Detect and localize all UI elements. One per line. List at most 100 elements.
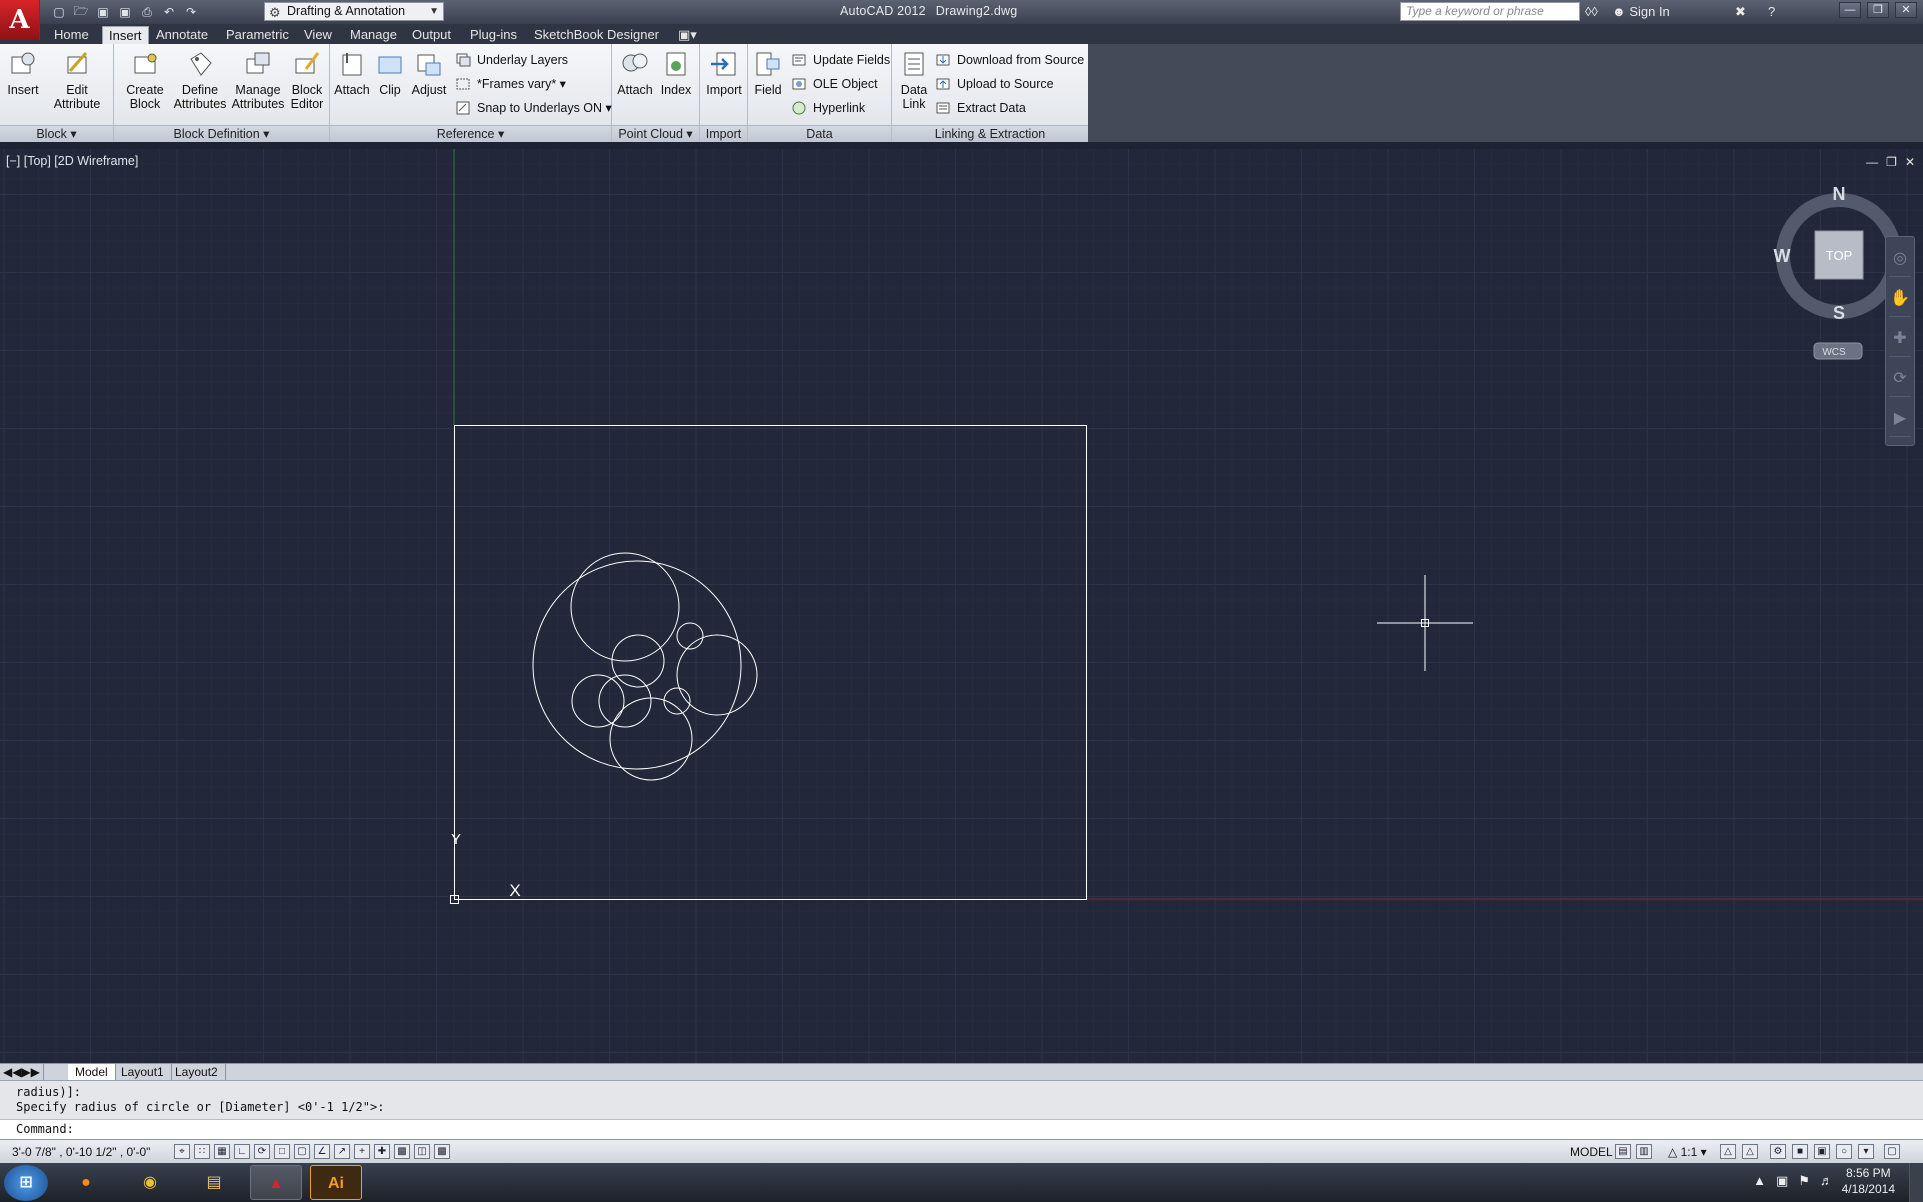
pan-icon[interactable]: ✋ [1889, 281, 1911, 317]
save-icon[interactable]: ▣ [94, 3, 112, 21]
compass-south[interactable]: S [1833, 303, 1845, 323]
binoculars-icon[interactable]: ◊◊ [1585, 2, 1598, 22]
restore-icon[interactable]: ❐ [1867, 2, 1889, 18]
quick-view-drawings-icon[interactable]: ▥ [1636, 1144, 1652, 1159]
application-menu-button[interactable]: A [0, 0, 40, 40]
tab-home[interactable]: Home [48, 26, 95, 44]
plot-icon[interactable]: ⎙ [138, 3, 156, 21]
attach-reference-button[interactable]: Attach [332, 49, 372, 97]
field-button[interactable]: Field [750, 49, 786, 97]
circle-top[interactable] [570, 552, 680, 662]
point-cloud-index-button[interactable]: Index [656, 49, 696, 97]
auto-scale-icon[interactable]: △ [1742, 1144, 1758, 1159]
isolate-objects-icon[interactable]: ○ [1836, 1144, 1852, 1159]
tab-insert[interactable]: Insert [102, 26, 149, 44]
snap-mode-icon[interactable]: ∷ [194, 1144, 210, 1159]
hyperlink-button[interactable]: Hyperlink [792, 98, 865, 118]
tab-view[interactable]: View [298, 26, 338, 44]
tab-manage[interactable]: Manage [344, 26, 403, 44]
sign-in-button[interactable]: ☻ Sign In [1612, 2, 1670, 22]
panel-label-point-cloud[interactable]: Point Cloud ▾ [612, 125, 699, 142]
show-hidden-icons[interactable]: ▲ [1753, 1173, 1766, 1189]
close-icon[interactable]: ✕ [1895, 2, 1917, 18]
workspace-switching-icon[interactable]: ⚙ [1770, 1144, 1786, 1159]
flag-icon[interactable]: ⚑ [1798, 1173, 1810, 1189]
tab-annotate[interactable]: Annotate [150, 26, 214, 44]
tab-layout2[interactable]: Layout2 [168, 1064, 226, 1080]
quick-view-layouts-icon[interactable]: ▤ [1615, 1144, 1631, 1159]
redo-icon[interactable]: ↷ [182, 3, 200, 21]
lock-ui-icon[interactable]: ■ [1792, 1144, 1808, 1159]
quick-properties-icon[interactable]: ◫ [414, 1144, 430, 1159]
panel-label-block-definition[interactable]: Block Definition ▾ [114, 125, 329, 142]
frames-vary-dropdown[interactable]: *Frames vary* ▾ [456, 74, 566, 94]
transparency-icon[interactable]: ▩ [394, 1144, 410, 1159]
tab-nav-first-icon[interactable]: ◀◀▶▶ [0, 1064, 44, 1080]
upload-to-source-button[interactable]: Upload to Source [936, 74, 1054, 94]
annotation-scale[interactable]: △ 1:1 ▾ [1668, 1145, 1707, 1159]
circle-large[interactable] [532, 560, 742, 770]
panel-label-block[interactable]: Block ▾ [0, 125, 113, 142]
clean-screen-icon[interactable]: ▢ [1884, 1144, 1900, 1159]
tab-parametric[interactable]: Parametric [220, 26, 295, 44]
block-editor-button[interactable]: Block Editor [286, 49, 328, 111]
workspace-dropdown[interactable]: ⚙ Drafting & Annotation ▼ [264, 2, 444, 21]
update-fields-button[interactable]: Update Fields [792, 50, 890, 70]
hardware-acceleration-icon[interactable]: ▣ [1814, 1144, 1830, 1159]
tab-output[interactable]: Output [406, 26, 457, 44]
object-snap-icon[interactable]: □ [274, 1144, 290, 1159]
circle-left[interactable] [571, 674, 625, 728]
model-space-toggle[interactable]: MODEL [1570, 1145, 1613, 1159]
create-block-button[interactable]: Create Block [120, 49, 170, 111]
explorer-icon[interactable]: ▤ [188, 1165, 240, 1200]
ribbon-options-icon[interactable]: ▣▾ [672, 26, 703, 44]
rectangle-shape[interactable] [454, 425, 1087, 900]
panel-label-reference[interactable]: Reference ▾ [330, 125, 611, 142]
compass-north[interactable]: N [1833, 184, 1846, 204]
volume-icon[interactable]: ♬ [1820, 1173, 1833, 1189]
clip-button[interactable]: Clip [372, 49, 408, 97]
save-as-icon[interactable]: ▣ [116, 3, 134, 21]
orbit-icon[interactable]: ⟳ [1889, 361, 1911, 397]
tab-sketchbook-designer[interactable]: SketchBook Designer [528, 26, 665, 44]
tab-layout1[interactable]: Layout1 [114, 1064, 172, 1080]
snap-to-underlays-dropdown[interactable]: Snap to Underlays ON ▾ [456, 98, 612, 118]
chrome-icon[interactable]: ◉ [124, 1165, 176, 1200]
tab-plug-ins[interactable]: Plug-ins [464, 26, 523, 44]
extract-data-button[interactable]: Extract Data [936, 98, 1026, 118]
edit-attribute-button[interactable]: Edit Attribute [48, 49, 106, 111]
define-attributes-button[interactable]: Define Attributes [172, 49, 228, 111]
zoom-extents-icon[interactable]: ✚ [1889, 321, 1911, 357]
exchange-icon[interactable]: ✖ [1735, 2, 1746, 22]
manage-attributes-button[interactable]: Manage Attributes [230, 49, 286, 111]
import-button[interactable]: Import [702, 49, 746, 97]
polar-tracking-icon[interactable]: ⟳ [254, 1144, 270, 1159]
autocad-icon[interactable]: ▲ [250, 1165, 302, 1200]
tab-model[interactable]: Model [68, 1064, 116, 1080]
undo-icon[interactable]: ↶ [160, 3, 178, 21]
dynamic-input-icon[interactable]: + [354, 1144, 370, 1159]
grid-display-icon[interactable]: ▦ [214, 1144, 230, 1159]
adjust-button[interactable]: Adjust [408, 49, 450, 97]
start-button[interactable]: ⊞ [4, 1165, 48, 1201]
circle-right[interactable] [676, 634, 758, 716]
help-button[interactable]: ? [1768, 2, 1775, 22]
steering-wheel-icon[interactable]: ◎ [1889, 241, 1911, 277]
system-clock[interactable]: 8:56 PM 4/18/2014 [1842, 1165, 1895, 1197]
firefox-icon[interactable]: ● [60, 1165, 112, 1200]
command-input[interactable]: Command: [0, 1119, 1923, 1139]
dynamic-ucs-icon[interactable]: ↗ [334, 1144, 350, 1159]
ortho-mode-icon[interactable]: ∟ [234, 1144, 250, 1159]
download-from-source-button[interactable]: Download from Source [936, 50, 1084, 70]
status-bar-menu-icon[interactable]: ▾ [1858, 1144, 1874, 1159]
viewcube[interactable]: TOP N S E W WCS [1774, 184, 1903, 360]
3d-object-snap-icon[interactable]: ▢ [294, 1144, 310, 1159]
drawing-viewport[interactable]: [−] [Top] [2D Wireframe] — ❐ ✕ Y X TOP N… [0, 149, 1923, 1063]
annotation-visibility-icon[interactable]: △ [1720, 1144, 1736, 1159]
object-snap-tracking-icon[interactable]: ∠ [314, 1144, 330, 1159]
open-file-icon[interactable]: 🗁 [72, 3, 90, 21]
underlay-layers-button[interactable]: Underlay Layers [456, 50, 568, 70]
new-file-icon[interactable]: ▢ [50, 3, 68, 21]
showmotion-icon[interactable]: ▶ [1889, 401, 1911, 437]
infer-constraints-icon[interactable]: ⌖ [174, 1144, 190, 1159]
